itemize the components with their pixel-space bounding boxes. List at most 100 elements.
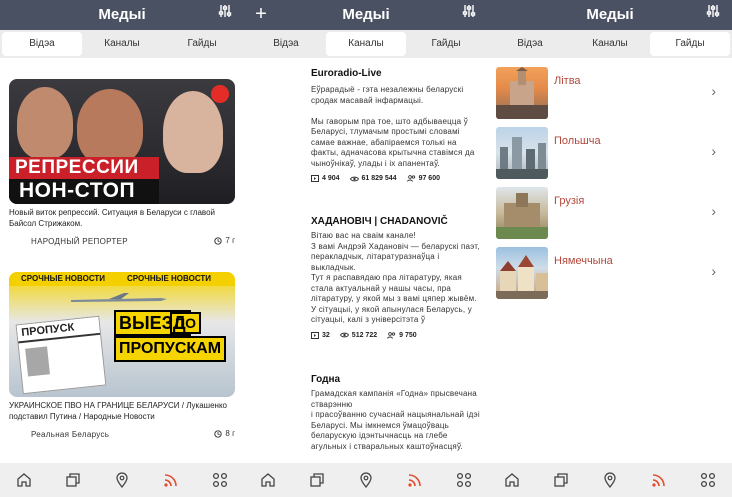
tab-videos[interactable]: Відэа [490, 32, 570, 56]
photo-placeholder [25, 346, 50, 377]
guide-item[interactable]: Нямеччына › [496, 247, 726, 301]
channel-name: Euroradio-Live [311, 68, 382, 79]
tab-channels[interactable]: Каналы [82, 32, 162, 56]
sliders-icon[interactable] [704, 4, 722, 24]
guide-label: Нямеччына [554, 255, 613, 267]
guide-item[interactable]: Польшча › [496, 127, 726, 181]
chevron-right-icon[interactable]: › [711, 83, 716, 99]
channel-description: Грамадская кампанія «Годна» прысвечана с… [311, 389, 480, 451]
eye-icon [349, 176, 359, 181]
clock-icon [214, 236, 223, 245]
video-item[interactable]: РЕПРЕССИИ НОН-СТОП Новый виток репрессий… [9, 79, 235, 249]
video-meta: Реальная Беларусь 8 г [9, 428, 235, 442]
guide-list: Літва › Польшча › Грузія › Нямеччына › [488, 58, 732, 463]
video-channel: НАРОДНЫЙ РЕПОРТЕР [31, 237, 128, 246]
home-icon[interactable] [503, 471, 521, 489]
guide-image [496, 67, 548, 119]
stat-subscribers: 9 750 [387, 332, 417, 339]
thumbnail-text: СРОЧНЫЕ НОВОСТИ [127, 274, 212, 283]
copy-icon[interactable] [64, 471, 82, 489]
location-pin-icon[interactable] [601, 471, 619, 489]
guide-image [496, 127, 548, 179]
video-thumbnail[interactable]: СРОЧНЫЕ НОВОСТИ СРОЧНЫЕ НОВОСТИ ПРОПУСК … [9, 272, 235, 397]
grid-icon[interactable] [699, 471, 717, 489]
header: Медыі [488, 0, 732, 30]
tab-bar: Відэа Каналы Гайды [244, 30, 488, 58]
grid-icon[interactable] [211, 471, 229, 489]
page-title: Медыі [586, 6, 634, 23]
rss-icon[interactable] [650, 471, 668, 489]
guide-item[interactable]: Грузія › [496, 187, 726, 241]
thumbnail-text: НОН-СТОП [19, 179, 136, 202]
stat-videos: 4 904 [311, 175, 340, 182]
bottom-nav [0, 463, 244, 497]
home-icon[interactable] [259, 471, 277, 489]
thumbnail-text: ПО [170, 312, 201, 334]
chevron-right-icon[interactable]: › [711, 203, 716, 219]
video-title: УКРАИНСКОЕ ПВО НА ГРАНИЦЕ БЕЛАРУСИ / Лук… [9, 401, 228, 421]
person-face [163, 91, 223, 173]
channel-name: Годна [311, 374, 341, 385]
home-icon[interactable] [15, 471, 33, 489]
sliders-icon[interactable] [460, 4, 478, 24]
channel-item[interactable]: Euroradio-Live Еўрарадыё - гэта незалежн… [311, 68, 481, 182]
guides-screen: Медыі Відэа Каналы Гайды Літва › Польшча… [488, 0, 732, 497]
stat-views-value: 512 722 [351, 331, 378, 339]
airplane-icon [69, 292, 169, 306]
header: Медыі [0, 0, 244, 30]
video-title: Новый виток репрессий. Ситуация в Белару… [9, 208, 216, 228]
thumbnail-headline: ВЫЕЗД ПО ПРОПУСКАМ [114, 310, 232, 390]
header: + Медыі [244, 0, 488, 30]
guide-label: Грузія [554, 195, 585, 207]
tab-bar: Відэа Каналы Гайды [0, 30, 244, 58]
location-pin-icon[interactable] [357, 471, 375, 489]
sliders-icon[interactable] [216, 4, 234, 24]
channel-item[interactable]: Годна Грамадская кампанія «Годна» прысве… [311, 374, 481, 452]
guide-item[interactable]: Літва › [496, 67, 726, 121]
thumbnail-text: СРОЧНЫЕ НОВОСТИ [21, 274, 106, 283]
channel-description: Еўрарадыё - гэта незалежны беларускі сро… [311, 85, 475, 168]
rss-icon[interactable] [406, 471, 424, 489]
person-face [17, 87, 73, 159]
stat-views: 61 829 544 [349, 175, 397, 182]
channel-item[interactable]: ХАДАНОВІЧ | CHADANOVIČ Вітаю вас на сваі… [311, 216, 481, 339]
video-time: 7 г [214, 236, 235, 245]
video-item[interactable]: СРОЧНЫЕ НОВОСТИ СРОЧНЫЕ НОВОСТИ ПРОПУСК … [9, 272, 235, 442]
video-channel: Реальная Беларусь [31, 430, 110, 439]
tab-guides[interactable]: Гайды [162, 32, 242, 56]
thumbnail-strip: СРОЧНЫЕ НОВОСТИ СРОЧНЫЕ НОВОСТИ [9, 272, 235, 286]
video-meta: НАРОДНЫЙ РЕПОРТЕР 7 г [9, 235, 235, 249]
tab-videos[interactable]: Відэа [2, 32, 82, 56]
eye-icon [339, 332, 349, 338]
youtube-icon [211, 85, 229, 103]
stat-views-value: 61 829 544 [361, 175, 397, 182]
pass-card: ПРОПУСК [15, 315, 107, 395]
copy-icon[interactable] [552, 471, 570, 489]
page-title: Медыі [98, 6, 146, 23]
person-face [77, 89, 143, 165]
copy-icon[interactable] [308, 471, 326, 489]
tab-channels[interactable]: Каналы [326, 32, 406, 56]
tab-channels[interactable]: Каналы [570, 32, 650, 56]
grid-icon[interactable] [455, 471, 473, 489]
video-time-label: 7 г [225, 236, 235, 245]
tab-videos[interactable]: Відэа [246, 32, 326, 56]
location-pin-icon[interactable] [113, 471, 131, 489]
channel-stats: 32 512 722 9 750 [311, 331, 481, 339]
bottom-nav [488, 463, 732, 497]
video-list: РЕПРЕССИИ НОН-СТОП Новый виток репрессий… [0, 58, 244, 463]
page-title: Медыі [342, 6, 390, 23]
guide-image [496, 247, 548, 299]
chevron-right-icon[interactable]: › [711, 263, 716, 279]
video-icon [311, 331, 319, 339]
chevron-right-icon[interactable]: › [711, 143, 716, 159]
clock-icon [214, 429, 223, 438]
rss-icon[interactable] [162, 471, 180, 489]
stat-subscribers-value: 97 600 [418, 175, 440, 182]
tab-guides[interactable]: Гайды [406, 32, 486, 56]
tab-guides[interactable]: Гайды [650, 32, 730, 56]
thumbnail-text: РЕПРЕССИИ [15, 157, 139, 178]
channel-description: Вітаю вас на сваім канале! З вамі Андрэй… [311, 231, 480, 324]
channel-name: ХАДАНОВІЧ | CHADANOVIČ [311, 216, 448, 227]
video-thumbnail[interactable]: РЕПРЕССИИ НОН-СТОП [9, 79, 235, 204]
